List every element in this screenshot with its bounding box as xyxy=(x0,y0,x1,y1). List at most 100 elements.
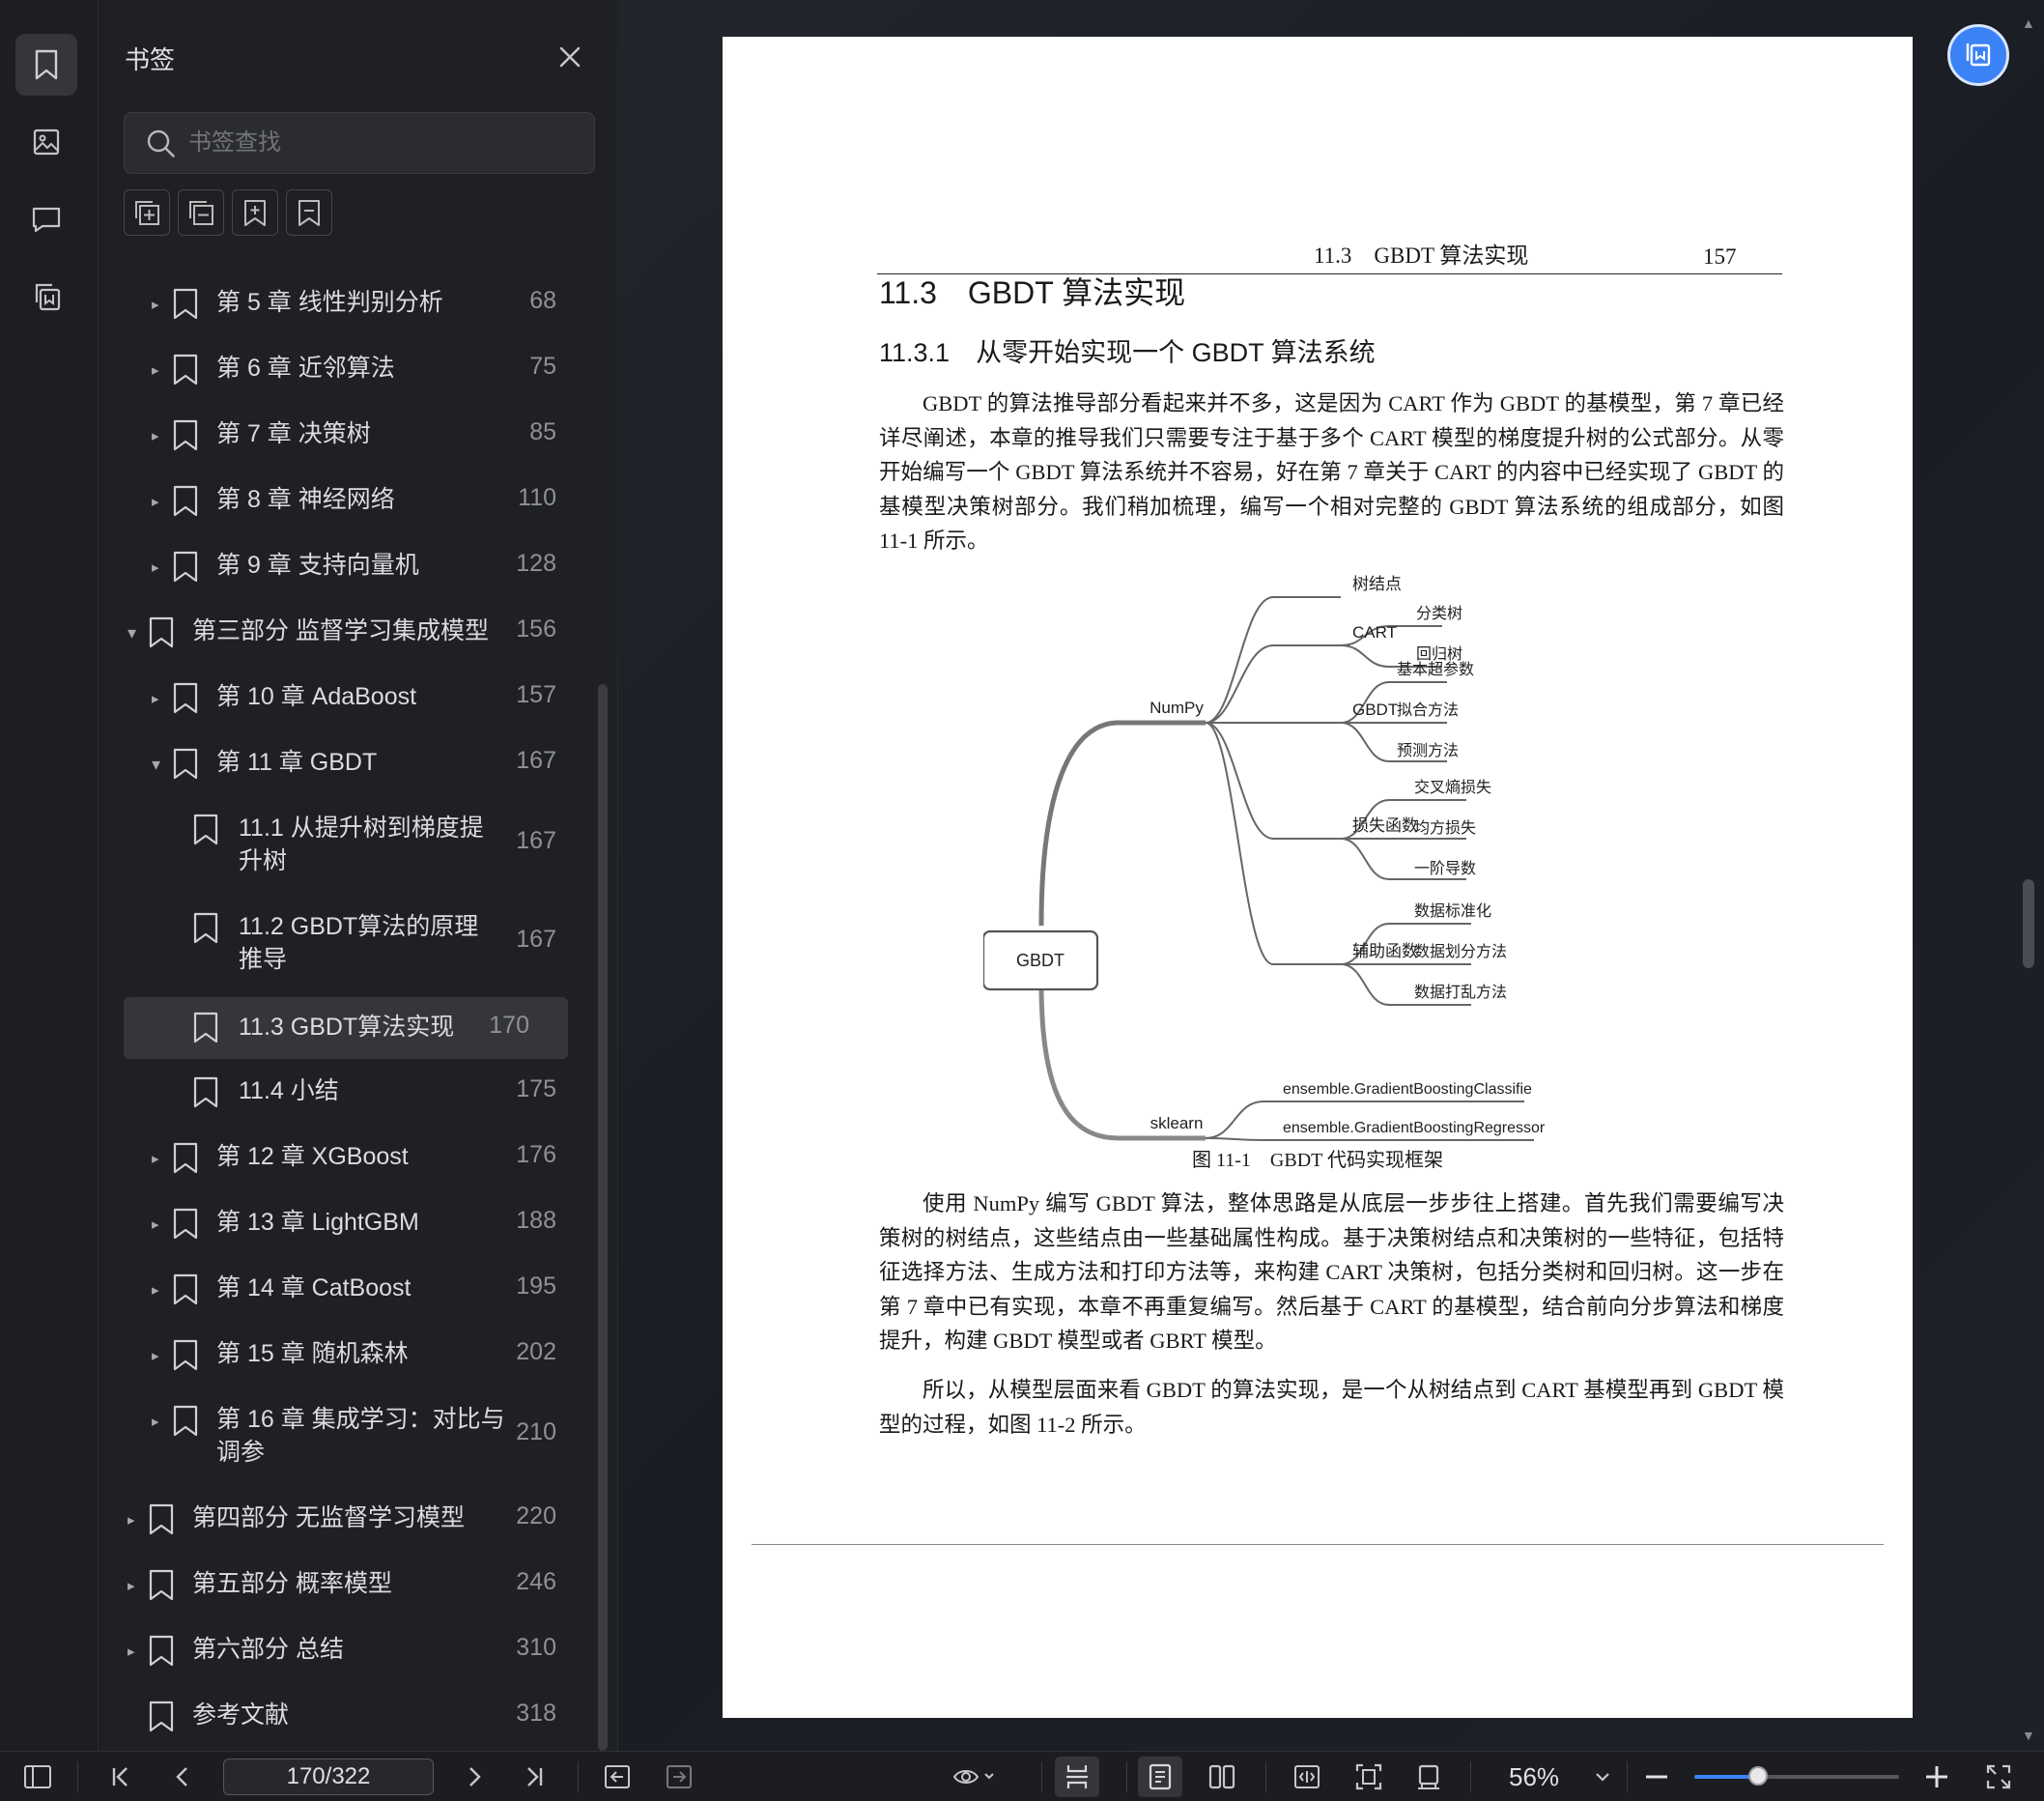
expand-caret-icon[interactable]: ▸ xyxy=(152,296,159,313)
first-page-icon[interactable] xyxy=(104,1761,137,1792)
expand-all-icon[interactable] xyxy=(124,189,170,236)
expand-caret-icon[interactable]: ▸ xyxy=(128,1511,135,1529)
bookmark-item[interactable]: ▸ 第 6 章 近邻算法 75 xyxy=(99,336,618,402)
bookmark-item[interactable]: 11.1 从提升树到梯度提升树 167 xyxy=(99,796,618,895)
bookmark-item[interactable]: ▸ 第四部分 无监督学习模型 220 xyxy=(99,1486,618,1552)
bookmark-item[interactable]: 11.2 GBDT算法的原理推导 167 xyxy=(99,895,618,993)
panel-scrollbar[interactable] xyxy=(598,684,608,1751)
bookmark-item-selected[interactable]: 11.3 GBDT算法实现 170 xyxy=(124,997,568,1059)
collapse-caret-icon[interactable]: ▾ xyxy=(128,623,136,643)
expand-caret-icon[interactable]: ▸ xyxy=(152,1150,159,1167)
mindmap-figure: GBDT NumPy sklearn 树结点 CART GBDT 损失函数 辅助… xyxy=(983,558,1718,1177)
zoom-slider-knob[interactable] xyxy=(1747,1766,1768,1786)
bookmark-item[interactable]: 11.4 小结 175 xyxy=(99,1059,618,1125)
bookmark-page: 220 xyxy=(516,1502,556,1529)
mindmap-leaf: 一阶导数 xyxy=(1414,860,1476,877)
chevron-down-icon[interactable] xyxy=(1586,1761,1619,1792)
mindmap-leaf: ensemble.GradientBoostingClassifie xyxy=(1283,1081,1532,1098)
expand-caret-icon[interactable]: ▸ xyxy=(152,558,159,576)
expand-caret-icon[interactable]: ▸ xyxy=(152,690,159,707)
bookmark-item[interactable]: ▸ 第 7 章 决策树 85 xyxy=(99,402,618,468)
add-bookmark-icon[interactable] xyxy=(232,189,278,236)
expand-caret-icon[interactable]: ▸ xyxy=(128,1643,135,1660)
bookmark-item[interactable]: ▸ 第 14 章 CatBoost 195 xyxy=(99,1256,618,1322)
next-page-icon[interactable] xyxy=(458,1761,491,1792)
bookmark-outline-icon[interactable] xyxy=(286,189,332,236)
previous-page-icon[interactable] xyxy=(166,1761,199,1792)
mindmap-node-sklearn: sklearn xyxy=(1150,1114,1204,1132)
expand-caret-icon[interactable]: ▸ xyxy=(152,1347,159,1364)
expand-caret-icon[interactable]: ▸ xyxy=(152,493,159,510)
image-icon[interactable] xyxy=(15,111,77,173)
bookmark-item[interactable]: 参考文献 318 xyxy=(99,1683,618,1749)
bookmark-item[interactable]: ▸ 第 5 章 线性判别分析 68 xyxy=(99,271,618,336)
comment-icon[interactable] xyxy=(15,188,77,250)
scroll-up-icon[interactable]: ▲ xyxy=(2022,15,2035,31)
page-number-input[interactable]: 170/322 xyxy=(223,1758,434,1795)
fit-page-icon[interactable] xyxy=(1352,1761,1385,1792)
toggle-sidebar-icon[interactable] xyxy=(21,1761,54,1792)
collapse-all-icon[interactable] xyxy=(178,189,224,236)
bookmark-icon xyxy=(148,1701,175,1733)
two-page-icon[interactable] xyxy=(1206,1761,1238,1792)
bookmark-item[interactable]: ▸ 第 15 章 随机森林 202 xyxy=(99,1322,618,1387)
running-header: 11.3 GBDT 算法实现 157 xyxy=(877,209,1782,274)
bookmark-icon xyxy=(148,1635,175,1668)
single-page-icon[interactable] xyxy=(1138,1757,1182,1797)
document-scrollbar[interactable] xyxy=(2023,879,2034,968)
bookmark-item[interactable]: ▸ 第 13 章 LightGBM 188 xyxy=(99,1190,618,1256)
collapse-caret-icon[interactable]: ▾ xyxy=(152,755,160,775)
fit-width-icon[interactable] xyxy=(1291,1761,1323,1792)
mindmap-leaf: 回归树 xyxy=(1416,645,1462,663)
bookmark-item[interactable]: ▾ 第三部分 监督学习集成模型 156 xyxy=(99,599,618,665)
rotate-page-icon[interactable] xyxy=(1412,1761,1445,1792)
bookmark-page: 75 xyxy=(529,353,556,380)
divider xyxy=(1470,1761,1471,1792)
fullscreen-icon[interactable] xyxy=(1982,1761,2015,1792)
document-viewer[interactable]: 11.3 GBDT 算法实现 157 11.3 GBDT 算法实现 11.3.1… xyxy=(619,0,2044,1751)
last-page-icon[interactable] xyxy=(518,1761,551,1792)
zoom-out-icon[interactable] xyxy=(1640,1761,1673,1792)
bookmark-item[interactable]: ▸ 第六部分 总结 310 xyxy=(99,1617,618,1683)
scroll-down-icon[interactable]: ▼ xyxy=(2022,1728,2035,1743)
bookmark-item[interactable]: ▸ 第 16 章 集成学习：对比与调参 210 xyxy=(99,1387,618,1486)
zoom-level[interactable]: 56% xyxy=(1509,1762,1559,1792)
search-icon xyxy=(146,129,177,159)
mindmap-leaf: 数据标准化 xyxy=(1414,902,1491,920)
eye-icon[interactable] xyxy=(951,1761,999,1792)
expand-caret-icon[interactable]: ▸ xyxy=(128,1577,135,1594)
expand-caret-icon[interactable]: ▸ xyxy=(152,1215,159,1233)
bookmark-search[interactable] xyxy=(124,112,595,174)
bookmark-label: 第 15 章 随机森林 xyxy=(216,1340,409,1367)
bookmark-icon[interactable] xyxy=(15,34,77,96)
mindmap-node-helper: 辅助函数 xyxy=(1352,942,1418,960)
mindmap-leaf: 数据划分方法 xyxy=(1414,943,1507,960)
expand-caret-icon[interactable]: ▸ xyxy=(152,427,159,444)
zoom-in-icon[interactable] xyxy=(1920,1761,1953,1792)
extract-icon[interactable] xyxy=(15,266,77,328)
divider xyxy=(1265,1761,1266,1792)
bookmark-item[interactable]: ▸ 第 8 章 神经网络 110 xyxy=(99,468,618,533)
close-icon[interactable] xyxy=(555,43,584,71)
bookmark-label: 11.4 小结 xyxy=(239,1077,339,1104)
expand-caret-icon[interactable]: ▸ xyxy=(152,361,159,379)
go-back-icon[interactable] xyxy=(601,1761,634,1792)
bookmark-page: 175 xyxy=(516,1075,556,1102)
bookmark-item[interactable]: ▸ 第 9 章 支持向量机 128 xyxy=(99,533,618,599)
running-page-number: 157 xyxy=(1703,244,1737,269)
zoom-slider[interactable] xyxy=(1694,1766,1899,1786)
bookmark-item[interactable]: ▸ 第 12 章 XGBoost 176 xyxy=(99,1125,618,1190)
expand-caret-icon[interactable]: ▸ xyxy=(152,1413,159,1430)
bookmark-item[interactable]: ▾ 第 11 章 GBDT 167 xyxy=(99,730,618,796)
search-input[interactable] xyxy=(188,113,575,173)
continuous-scroll-icon[interactable] xyxy=(1055,1757,1099,1797)
bookmark-icon xyxy=(148,1569,175,1602)
floating-extract-button[interactable] xyxy=(1947,24,2009,86)
mindmap-leaf: 分类树 xyxy=(1416,605,1462,622)
go-forward-icon[interactable] xyxy=(663,1761,696,1792)
bookmark-label: 第 14 章 CatBoost xyxy=(216,1274,412,1301)
bookmark-item[interactable]: ▸ 第 10 章 AdaBoost 157 xyxy=(99,665,618,730)
mindmap-leaf: 拟合方法 xyxy=(1397,701,1459,719)
bookmark-item[interactable]: ▸ 第五部分 概率模型 246 xyxy=(99,1552,618,1617)
expand-caret-icon[interactable]: ▸ xyxy=(152,1281,159,1299)
